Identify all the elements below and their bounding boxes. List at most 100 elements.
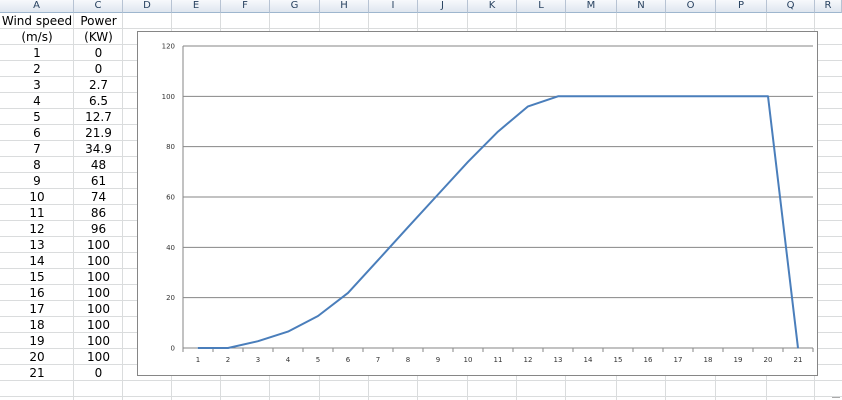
column-header-m[interactable]: M [566,0,617,13]
series-line [198,95,799,349]
cell-power[interactable]: 0 [74,61,123,77]
cell-wind-speed[interactable]: 15 [0,269,74,285]
data-point [317,315,319,317]
y-tick-label: 100 [162,93,175,101]
cell-power[interactable]: 12.7 [74,109,123,125]
cell-power[interactable]: 100 [74,333,123,349]
cell-wind-speed[interactable]: 8 [0,157,74,173]
x-tick-label: 17 [674,356,683,364]
cell-power[interactable]: 100 [74,301,123,317]
x-tick-label: 10 [464,356,473,364]
data-point [407,226,409,228]
data-point [497,130,499,133]
x-tick-label: 2 [226,356,230,364]
x-tick-label: 11 [494,356,503,364]
data-point [677,95,679,97]
data-point [617,95,619,97]
column-header-j[interactable]: J [418,0,468,13]
cell-power[interactable]: 100 [74,285,123,301]
x-tick-label: 18 [704,356,713,364]
column-header-c[interactable]: C [74,0,123,13]
x-tick-label: 20 [764,356,773,364]
data-point [557,95,559,97]
column-header-n[interactable]: N [617,0,666,13]
cell-power[interactable]: 21.9 [74,125,123,141]
y-tick-label: 120 [162,43,175,51]
cell-power[interactable]: 96 [74,221,123,237]
cell-wind-speed[interactable]: 11 [0,205,74,221]
data-point [347,292,349,294]
data-point [437,193,439,196]
cell-wind-speed[interactable]: 4 [0,93,74,109]
x-tick-label: 19 [734,356,743,364]
cell-wind-speed[interactable]: 10 [0,189,74,205]
x-tick-label: 16 [644,356,653,364]
column-header-o[interactable]: O [666,0,716,13]
data-point [707,95,709,97]
data-point [527,105,529,107]
unit-cell-power[interactable]: (KW) [74,29,123,45]
cell-wind-speed[interactable]: 6 [0,125,74,141]
cell-power[interactable]: 100 [74,237,123,253]
cell-wind-speed[interactable]: 3 [0,77,74,93]
column-header-h[interactable]: H [320,0,369,13]
data-point [797,347,799,349]
cell-wind-speed[interactable]: 7 [0,141,74,157]
cell-wind-speed[interactable]: 12 [0,221,74,237]
cell-wind-speed[interactable]: 5 [0,109,74,125]
column-header-l[interactable]: L [517,0,566,13]
column-header-p[interactable]: P [716,0,767,13]
column-header-d[interactable]: D [123,0,172,13]
x-tick-label: 1 [196,356,200,364]
column-header-k[interactable]: K [468,0,517,13]
data-point [287,331,289,333]
cell-power[interactable]: 100 [74,317,123,333]
cell-power[interactable]: 2.7 [74,77,123,93]
column-header-e[interactable]: E [172,0,221,13]
column-header-g[interactable]: G [270,0,320,13]
column-header-a[interactable]: A [0,0,74,13]
column-header-f[interactable]: F [221,0,270,13]
embedded-chart[interactable]: 0 20 40 60 80 100 120 1 2 3 4 5 6 7 8 9 10 11 12 13 14 15 16 17… [137,31,818,376]
cell-wind-speed[interactable]: 21 [0,365,74,381]
cell-power[interactable]: 0 [74,365,123,381]
cell-wind-speed[interactable]: 17 [0,301,74,317]
cell-power[interactable]: 0 [74,45,123,61]
y-tick-label: 20 [166,294,175,302]
cell-wind-speed[interactable]: 16 [0,285,74,301]
cell-power[interactable]: 74 [74,189,123,205]
cell-wind-speed[interactable]: 14 [0,253,74,269]
cell-wind-speed[interactable]: 20 [0,349,74,365]
cell-power[interactable]: 34.9 [74,141,123,157]
column-header-r[interactable]: R [815,0,842,13]
cell-power[interactable]: 6.5 [74,93,123,109]
cell-wind-speed[interactable]: 18 [0,317,74,333]
unit-cell-wind-speed[interactable]: (m/s) [0,29,74,45]
header-cell-power[interactable]: Power [74,13,123,29]
column-header-i[interactable]: I [369,0,418,13]
gridline-horizontal [0,28,842,29]
cell-wind-speed[interactable]: 9 [0,173,74,189]
data-point [647,95,649,97]
cell-wind-speed[interactable]: 2 [0,61,74,77]
y-tick-label: 0 [171,345,175,353]
cell-wind-speed[interactable]: 13 [0,237,74,253]
data-point [227,347,229,349]
y-tick-label: 80 [166,143,175,151]
x-tick-label: 14 [584,356,593,364]
x-tick-label: 7 [376,356,380,364]
column-header-q[interactable]: Q [767,0,815,13]
cell-wind-speed[interactable]: 19 [0,333,74,349]
x-tick-label: 21 [794,356,803,364]
cell-power[interactable]: 48 [74,157,123,173]
data-point [467,161,469,163]
cell-power[interactable]: 100 [74,269,123,285]
cell-power[interactable]: 86 [74,205,123,221]
cell-wind-speed[interactable]: 1 [0,45,74,61]
x-tick-label: 5 [316,356,320,364]
x-tick-label: 12 [524,356,533,364]
cell-power[interactable]: 100 [74,349,123,365]
cell-power[interactable]: 61 [74,173,123,189]
header-cell-wind-speed[interactable]: Wind speed [0,13,74,29]
cell-power[interactable]: 100 [74,253,123,269]
